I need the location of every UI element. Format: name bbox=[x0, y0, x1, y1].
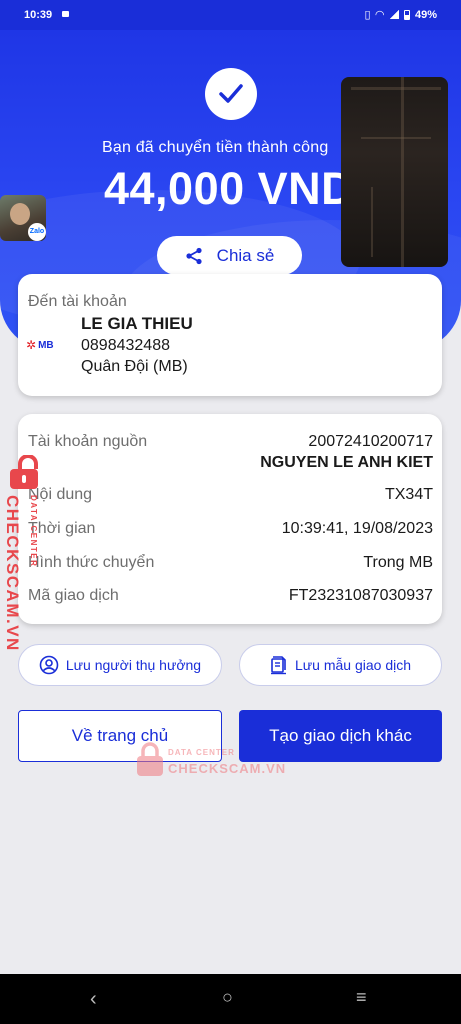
recipient-name: LE GIA THIEU bbox=[81, 314, 193, 333]
source-account-name: NGUYEN LE ANH KIET bbox=[260, 454, 433, 471]
mb-logo-text: MB bbox=[38, 339, 54, 351]
home-circle-icon[interactable]: ○ bbox=[222, 987, 233, 1008]
recipient-account: 0898432488 bbox=[81, 337, 170, 354]
success-check bbox=[205, 68, 257, 120]
save-template-label: Lưu mẫu giao dịch bbox=[295, 657, 411, 673]
video-frame-detail bbox=[371, 187, 373, 257]
chat-head-avatar[interactable]: Zalo bbox=[0, 195, 46, 241]
mb-bank-logo: ✲ MB bbox=[26, 338, 54, 352]
checkscam-watermark-center: DATA CENTER CHECKSCAM.VN bbox=[136, 742, 296, 782]
video-call-overlay[interactable] bbox=[341, 77, 448, 267]
status-bar: 10:39 ▯ ◠ 49% bbox=[0, 0, 461, 30]
watermark-brand: CHECKSCAM.VN bbox=[168, 761, 287, 776]
video-frame-detail bbox=[351, 87, 441, 90]
lock-icon bbox=[137, 742, 163, 776]
transaction-id-value: FT23231087030937 bbox=[288, 587, 433, 604]
share-button[interactable]: Chia sẻ bbox=[157, 236, 302, 275]
watermark-sub: DATA CENTER bbox=[29, 495, 38, 568]
share-icon bbox=[186, 247, 202, 264]
checkscam-watermark-vertical: CHECKSCAM.VN DATA CENTER bbox=[2, 455, 52, 655]
signal-icon bbox=[388, 10, 399, 19]
recipient-bank: Quân Đội (MB) bbox=[81, 358, 188, 375]
user-circle-icon bbox=[39, 655, 59, 675]
watermark-brand: CHECKSCAM.VN bbox=[3, 495, 22, 652]
check-icon bbox=[219, 84, 243, 103]
back-icon[interactable]: ‹ bbox=[90, 988, 97, 1011]
status-time: 10:39 bbox=[24, 9, 53, 21]
star-icon: ✲ bbox=[26, 338, 37, 352]
zalo-badge: Zalo bbox=[28, 223, 46, 241]
source-account-label: Tài khoản nguồn bbox=[28, 433, 148, 450]
wifi-icon: ◠ bbox=[375, 9, 384, 21]
content-value: TX34T bbox=[384, 486, 433, 503]
transaction-details-card: Tài khoản nguồn 20072410200717 NGUYEN LE… bbox=[18, 414, 442, 624]
vibrate-icon: ▯ bbox=[364, 9, 371, 21]
battery-icon bbox=[403, 9, 410, 20]
source-account-number: 20072410200717 bbox=[308, 433, 433, 450]
save-beneficiary-label: Lưu người thụ hưởng bbox=[65, 657, 202, 673]
transfer-amount: 44,000 VND bbox=[104, 163, 355, 214]
avatar-face bbox=[10, 203, 30, 225]
system-nav-bar: ‹ ○ ≡ bbox=[0, 974, 461, 1024]
success-message: Bạn đã chuyển tiền thành công bbox=[102, 139, 329, 156]
method-value: Trong MB bbox=[363, 554, 433, 571]
video-frame-detail bbox=[361, 137, 431, 139]
battery-percent: 49% bbox=[414, 8, 437, 21]
time-value: 10:39:41, 19/08/2023 bbox=[281, 520, 433, 537]
recipient-label: Đến tài khoản bbox=[28, 293, 127, 310]
recording-icon bbox=[62, 11, 69, 17]
status-icons: ▯ ◠ 49% bbox=[364, 8, 437, 22]
recipient-card: Đến tài khoản ✲ MB LE GIA THIEU 08984324… bbox=[18, 274, 442, 396]
watermark-sub: DATA CENTER bbox=[168, 748, 235, 757]
recents-icon[interactable]: ≡ bbox=[356, 987, 367, 1008]
document-icon bbox=[271, 656, 286, 675]
save-template-button[interactable]: Lưu mẫu giao dịch bbox=[239, 644, 442, 686]
video-frame-detail bbox=[401, 77, 404, 267]
share-label: Chia sẻ bbox=[216, 245, 275, 265]
lock-icon bbox=[10, 455, 38, 489]
